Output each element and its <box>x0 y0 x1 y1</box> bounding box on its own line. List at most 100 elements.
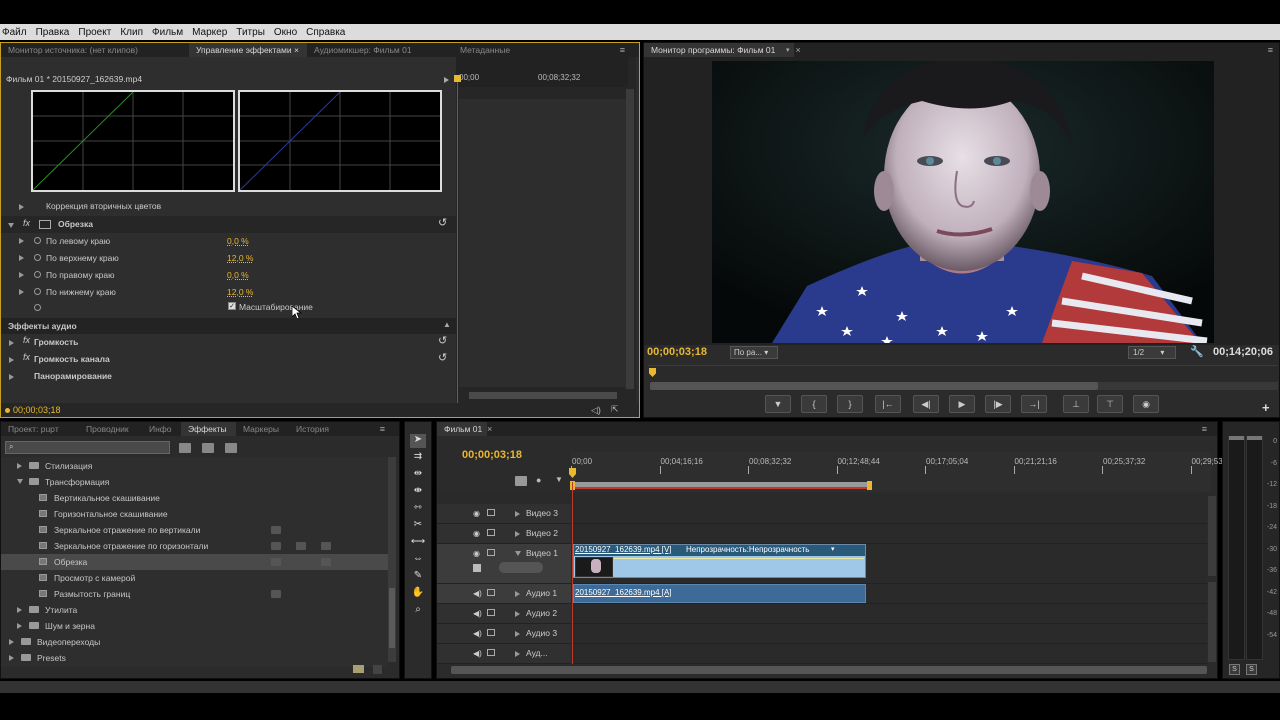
opacity-label[interactable]: Непрозрачность:Непрозрачность <box>686 545 809 554</box>
slip-tool-icon[interactable]: ⟷ <box>410 536 426 550</box>
sync-lock-icon[interactable] <box>487 529 495 536</box>
export-frame-button[interactable]: ◉ <box>1133 395 1159 413</box>
chevron-right-icon[interactable] <box>515 611 520 617</box>
panel-menu-icon[interactable]: ≡ <box>380 424 385 434</box>
expand-param-icon[interactable] <box>19 238 24 244</box>
stopwatch-icon[interactable] <box>34 288 41 295</box>
delete-icon[interactable] <box>373 665 382 674</box>
curve-graph-blue[interactable] <box>238 90 442 192</box>
expand-arrow-icon[interactable] <box>444 77 449 83</box>
effect-folder[interactable]: Presets <box>1 650 389 666</box>
effect-item[interactable]: Просмотр с камерой <box>1 570 389 586</box>
chevron-right-icon[interactable] <box>9 655 14 661</box>
eye-icon[interactable]: ◉ <box>473 529 480 538</box>
go-out-button[interactable]: →| <box>1021 395 1047 413</box>
keyframe-toggle-icon[interactable] <box>473 564 481 572</box>
program-scrub-bar[interactable] <box>648 365 1278 381</box>
effect-folder[interactable]: Стилизация <box>1 458 389 474</box>
wrench-icon[interactable]: 🔧 <box>1190 345 1204 358</box>
opacity-line[interactable] <box>614 558 864 559</box>
effect-item[interactable]: Вертикальное скашивание <box>1 490 389 506</box>
chevron-right-icon[interactable] <box>515 631 520 637</box>
tab-sequence[interactable]: Фильм 01 <box>437 422 487 436</box>
effects-search-input[interactable]: ⌕ <box>5 441 170 454</box>
menu-item[interactable]: Проект <box>78 27 111 38</box>
eye-icon[interactable]: ◉ <box>473 509 480 518</box>
rolling-edit-tool-icon[interactable]: ⇼ <box>410 485 426 499</box>
menu-item[interactable]: Фильм <box>152 27 183 38</box>
track-header[interactable] <box>437 644 571 664</box>
slide-tool-icon[interactable]: ⇔ <box>410 553 426 567</box>
expand-param-icon[interactable] <box>19 255 24 261</box>
param-value[interactable]: 0,0 % <box>227 267 456 283</box>
solo-right-button[interactable]: S <box>1246 664 1257 675</box>
param-value[interactable]: 12,0 % <box>227 250 456 266</box>
work-area-end-marker[interactable] <box>867 481 872 490</box>
program-timecode[interactable]: 00;00;03;18 <box>647 346 707 358</box>
speaker-icon[interactable]: ◀) <box>473 589 482 598</box>
tab-effects-4[interactable]: Маркеры <box>236 422 289 436</box>
menu-item[interactable]: Маркер <box>192 27 227 38</box>
resolution-select[interactable]: 1/2 ▾ <box>1128 346 1176 359</box>
scale-checkbox[interactable]: ✓ <box>228 302 236 310</box>
menu-item[interactable]: Файл <box>2 27 27 38</box>
expand-param-icon[interactable] <box>19 289 24 295</box>
selection-tool-icon[interactable]: ➤ <box>410 434 426 448</box>
speaker-icon[interactable]: ◀) <box>473 609 482 618</box>
chevron-down-icon[interactable] <box>515 551 521 556</box>
out-button[interactable]: } <box>837 395 863 413</box>
mini-scrollbar[interactable] <box>626 89 634 389</box>
chevron-right-icon[interactable] <box>515 531 520 537</box>
sync-lock-icon[interactable] <box>487 649 495 656</box>
tab-effect-controls[interactable]: Управление эффектами × <box>189 43 307 57</box>
close-icon[interactable]: × <box>487 424 492 434</box>
stopwatch-icon[interactable] <box>34 237 41 244</box>
expand-volume-icon[interactable] <box>9 340 14 346</box>
fit-select[interactable]: По ра... ▾ <box>730 346 778 359</box>
param-value[interactable]: 0,0 % <box>227 233 456 249</box>
tab-metadata[interactable]: Метаданные <box>453 43 517 57</box>
program-zoom-bar[interactable] <box>650 382 1098 390</box>
chevron-right-icon[interactable] <box>9 639 14 645</box>
effect-item[interactable]: Зеркальное отражение по вертикали <box>1 522 389 538</box>
zoom-tool-icon[interactable]: ⌕ <box>410 604 426 618</box>
go-in-button[interactable]: |← <box>875 395 901 413</box>
speaker-icon[interactable]: ◀) <box>473 649 482 658</box>
menu-item[interactable]: Справка <box>306 27 345 38</box>
expand-secondary-color-icon[interactable] <box>19 204 24 210</box>
chevron-down-icon[interactable] <box>17 479 23 484</box>
reset-volume-icon[interactable]: ↺ <box>438 334 447 347</box>
audio-scrub-icon[interactable]: ◁) <box>591 405 601 416</box>
collapse-crop-icon[interactable] <box>8 223 14 228</box>
tab-effects-0[interactable]: Проект: pupт <box>1 422 79 436</box>
menu-item[interactable]: Правка <box>36 27 70 38</box>
yuv-effects-icon[interactable] <box>225 443 237 453</box>
export-icon[interactable]: ⇱ <box>611 404 619 415</box>
add-button-icon[interactable]: + <box>1262 400 1270 415</box>
keyframe-nav-control[interactable] <box>499 562 543 573</box>
marker-icon[interactable]: ▼ <box>555 475 563 484</box>
effect-item[interactable]: Размытость границ <box>1 586 389 602</box>
timeline-playhead-line[interactable] <box>572 482 573 664</box>
audio-clip[interactable]: 20150927_162639.mp4 [A] <box>573 584 866 603</box>
sync-lock-icon[interactable] <box>487 509 495 516</box>
sync-lock-icon[interactable] <box>487 629 495 636</box>
timeline-v-scrollbar-bottom[interactable] <box>1208 582 1216 662</box>
stopwatch-icon[interactable] <box>34 304 41 311</box>
tab-source-monitor[interactable]: Монитор источника: (нет клипов) <box>1 43 189 57</box>
param-value[interactable]: 12,0 % <box>227 284 456 300</box>
timeline-v-scrollbar-top[interactable] <box>1208 496 1216 576</box>
track-select-tool-icon[interactable]: ⇉ <box>410 451 426 465</box>
snap-icon[interactable] <box>515 476 527 486</box>
tab-program-monitor[interactable]: Монитор программы: Фильм 01 <box>644 43 794 57</box>
effect-timecode[interactable]: 00;00;03;18 <box>13 405 61 415</box>
chevron-right-icon[interactable] <box>515 591 520 597</box>
expand-param-icon[interactable] <box>19 272 24 278</box>
effect-folder[interactable]: Видеопереходы <box>1 634 389 650</box>
collapse-up-icon[interactable]: ▲ <box>443 320 451 329</box>
menu-item[interactable]: Титры <box>236 27 265 38</box>
effect-h-scrollbar[interactable] <box>469 392 617 399</box>
crop-transform-icon[interactable] <box>39 220 51 229</box>
eye-icon[interactable]: ◉ <box>473 549 480 558</box>
solo-left-button[interactable]: S <box>1229 664 1240 675</box>
